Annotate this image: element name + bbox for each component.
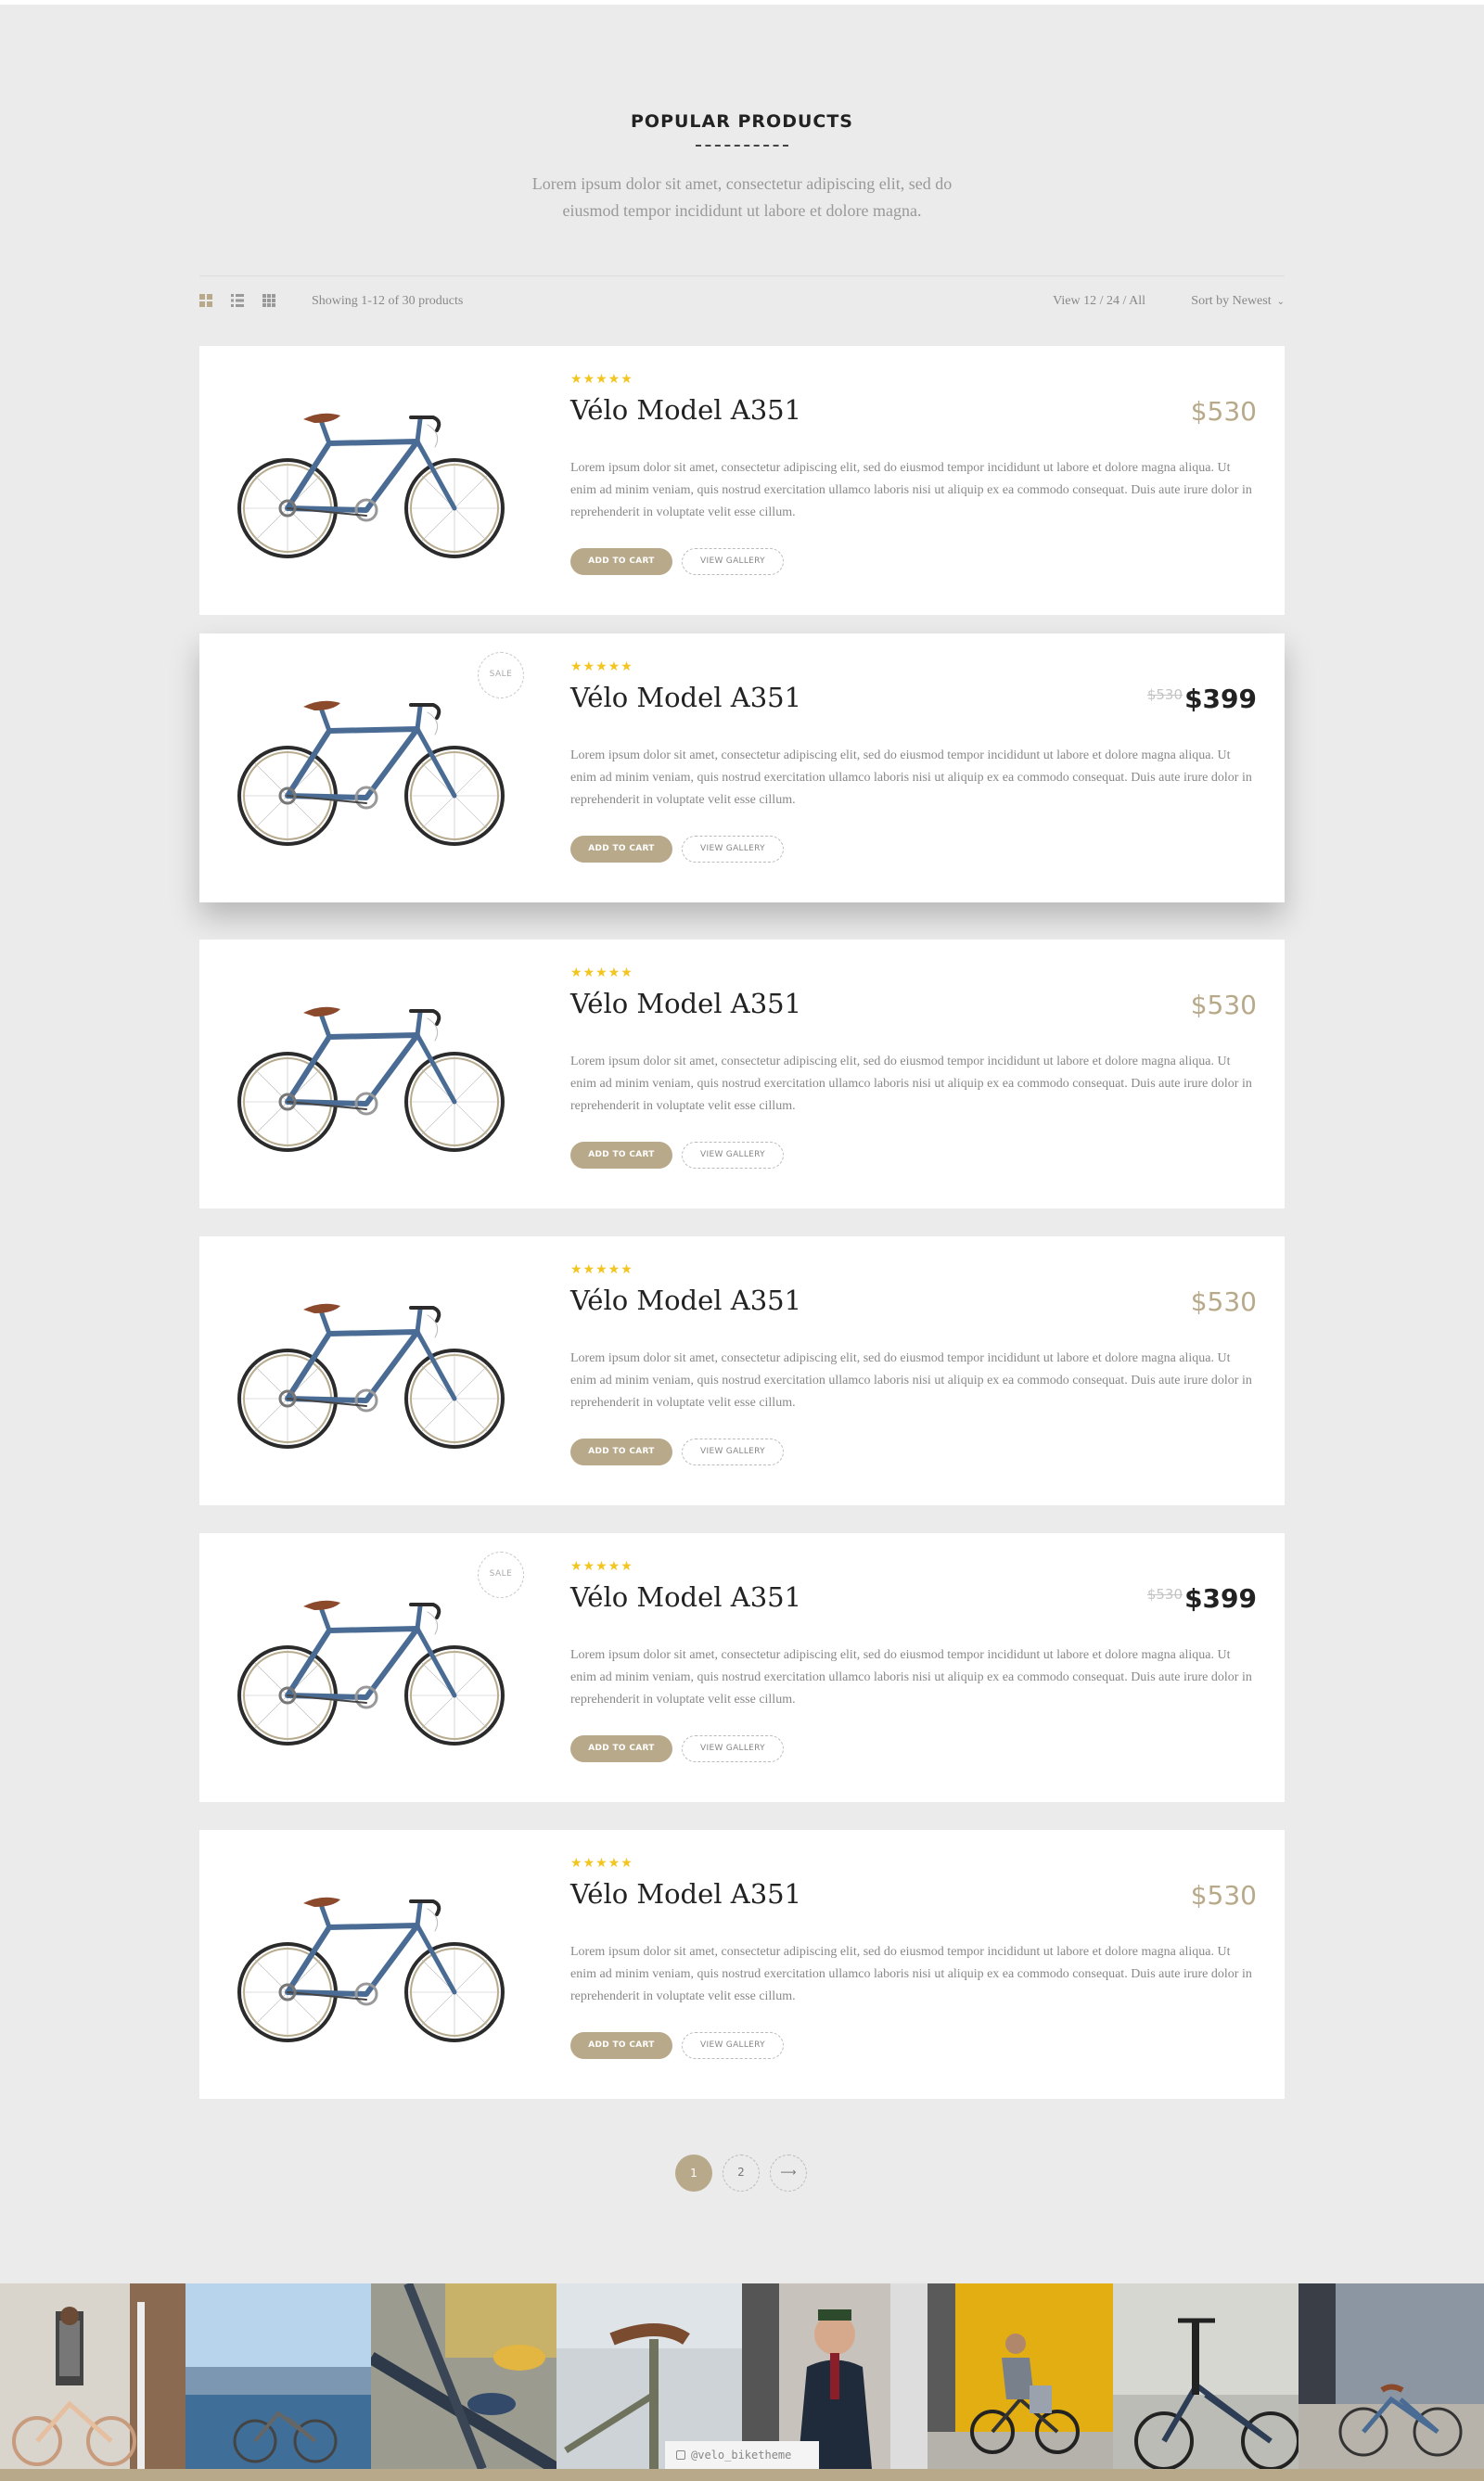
view-12-link[interactable]: View 12 bbox=[1053, 294, 1096, 308]
product-description: Lorem ipsum dolor sit amet, consectetur … bbox=[570, 1055, 1252, 1113]
sort-dropdown[interactable]: Sort by Newest ⌄ bbox=[1191, 294, 1285, 309]
product-name[interactable]: Vélo Model A351 bbox=[570, 682, 801, 713]
bike-image[interactable] bbox=[237, 1584, 505, 1755]
list-view-icon[interactable] bbox=[231, 294, 246, 307]
product-price: $530 bbox=[1190, 396, 1257, 427]
old-price: $530 bbox=[1146, 1586, 1183, 1603]
product-card: SALE ★★★★★ Vélo Model A351 $530 $399 Lor… bbox=[199, 1533, 1285, 1802]
product-description: Lorem ipsum dolor sit amet, consectetur … bbox=[570, 1648, 1252, 1707]
add-to-cart-button[interactable]: ADD TO CART bbox=[570, 1735, 672, 1762]
product-card: ★★★★★ Vélo Model A351 $530 Lorem ipsum d… bbox=[199, 940, 1285, 1209]
instagram-photo[interactable] bbox=[371, 2283, 556, 2469]
footer-accent-bar bbox=[0, 2469, 1484, 2481]
product-name[interactable]: Vélo Model A351 bbox=[570, 1581, 801, 1613]
product-price: $399 bbox=[1184, 684, 1257, 714]
shop-toolbar: Showing 1-12 of 30 products View 12 / 24… bbox=[199, 275, 1285, 327]
view-gallery-button[interactable]: VIEW GALLERY bbox=[682, 1735, 784, 1762]
chevron-down-icon: ⌄ bbox=[1276, 297, 1285, 307]
view-gallery-button[interactable]: VIEW GALLERY bbox=[682, 1439, 784, 1465]
top-border bbox=[0, 0, 1484, 5]
bike-image[interactable] bbox=[237, 397, 505, 568]
product-price: $530 bbox=[1190, 990, 1257, 1020]
title-divider bbox=[696, 145, 788, 147]
add-to-cart-button[interactable]: ADD TO CART bbox=[570, 1439, 672, 1465]
section-title: POPULAR PRODUCTS bbox=[631, 111, 853, 132]
rating-stars-icon: ★★★★★ bbox=[570, 372, 633, 387]
add-to-cart-button[interactable]: ADD TO CART bbox=[570, 836, 672, 863]
rating-stars-icon: ★★★★★ bbox=[570, 1559, 633, 1574]
product-description: Lorem ipsum dolor sit amet, consectetur … bbox=[570, 461, 1252, 519]
product-name[interactable]: Vélo Model A351 bbox=[570, 394, 801, 426]
results-count: Showing 1-12 of 30 products bbox=[312, 294, 464, 308]
product-description: Lorem ipsum dolor sit amet, consectetur … bbox=[570, 1351, 1252, 1410]
view-24-link[interactable]: 24 bbox=[1107, 294, 1119, 308]
product-card: ★★★★★ Vélo Model A351 $530 Lorem ipsum d… bbox=[199, 1236, 1285, 1505]
next-page-button[interactable]: ⟶ bbox=[770, 2155, 807, 2192]
instagram-photo[interactable] bbox=[928, 2283, 1113, 2469]
rating-stars-icon: ★★★★★ bbox=[570, 1262, 633, 1277]
add-to-cart-button[interactable]: ADD TO CART bbox=[570, 1142, 672, 1169]
product-card: ★★★★★ Vélo Model A351 $530 Lorem ipsum d… bbox=[199, 1830, 1285, 2099]
per-page-selector: View 12 / 24 / All bbox=[1053, 294, 1145, 309]
product-description: Lorem ipsum dolor sit amet, consectetur … bbox=[570, 748, 1252, 807]
rating-stars-icon: ★★★★★ bbox=[570, 659, 633, 674]
product-name[interactable]: Vélo Model A351 bbox=[570, 1285, 801, 1316]
product-name[interactable]: Vélo Model A351 bbox=[570, 988, 801, 1019]
instagram-photo[interactable] bbox=[0, 2283, 186, 2469]
view-all-link[interactable]: All bbox=[1129, 294, 1145, 308]
product-price: $530 bbox=[1190, 1880, 1257, 1911]
sort-label: Sort by Newest bbox=[1191, 294, 1272, 308]
sale-badge: SALE bbox=[478, 652, 524, 698]
view-gallery-button[interactable]: VIEW GALLERY bbox=[682, 548, 784, 575]
bike-image[interactable] bbox=[237, 991, 505, 1161]
instagram-handle-tag[interactable]: @velo_biketheme bbox=[665, 2441, 819, 2469]
grid-view-icon[interactable] bbox=[199, 294, 214, 307]
page-1-button[interactable]: 1 bbox=[675, 2155, 712, 2192]
add-to-cart-button[interactable]: ADD TO CART bbox=[570, 2032, 672, 2059]
old-price: $530 bbox=[1146, 686, 1183, 703]
product-card: ★★★★★ Vélo Model A351 $530 Lorem ipsum d… bbox=[199, 346, 1285, 615]
add-to-cart-button[interactable]: ADD TO CART bbox=[570, 548, 672, 575]
page-2-button[interactable]: 2 bbox=[723, 2155, 760, 2192]
per-page-separator: / bbox=[1096, 294, 1107, 308]
rating-stars-icon: ★★★★★ bbox=[570, 1856, 633, 1871]
subtitle-line-1: Lorem ipsum dolor sit amet, consectetur … bbox=[531, 174, 953, 193]
section-subtitle: Lorem ipsum dolor sit amet, consectetur … bbox=[464, 171, 1020, 224]
product-price: $399 bbox=[1184, 1583, 1257, 1614]
rating-stars-icon: ★★★★★ bbox=[570, 966, 633, 980]
view-gallery-button[interactable]: VIEW GALLERY bbox=[682, 1142, 784, 1169]
instagram-photo[interactable] bbox=[1113, 2283, 1298, 2469]
product-card: SALE ★★★★★ Vélo Model A351 $530 $399 Lor… bbox=[199, 633, 1285, 902]
per-page-separator: / bbox=[1119, 294, 1130, 308]
instagram-photo[interactable] bbox=[1298, 2283, 1484, 2469]
instagram-photo[interactable] bbox=[186, 2283, 371, 2469]
subtitle-line-2: eiusmod tempor incididunt ut labore et d… bbox=[562, 201, 922, 220]
product-description: Lorem ipsum dolor sit amet, consectetur … bbox=[570, 1945, 1252, 2003]
product-name[interactable]: Vélo Model A351 bbox=[570, 1878, 801, 1910]
instagram-handle: @velo_biketheme bbox=[691, 2449, 792, 2462]
bike-image[interactable] bbox=[237, 1287, 505, 1458]
small-grid-view-icon[interactable] bbox=[262, 294, 277, 307]
sale-badge: SALE bbox=[478, 1552, 524, 1598]
bike-image[interactable] bbox=[237, 1881, 505, 2052]
view-gallery-button[interactable]: VIEW GALLERY bbox=[682, 836, 784, 863]
bike-image[interactable] bbox=[237, 684, 505, 855]
product-price: $530 bbox=[1190, 1286, 1257, 1317]
instagram-icon bbox=[676, 2450, 685, 2460]
view-gallery-button[interactable]: VIEW GALLERY bbox=[682, 2032, 784, 2059]
